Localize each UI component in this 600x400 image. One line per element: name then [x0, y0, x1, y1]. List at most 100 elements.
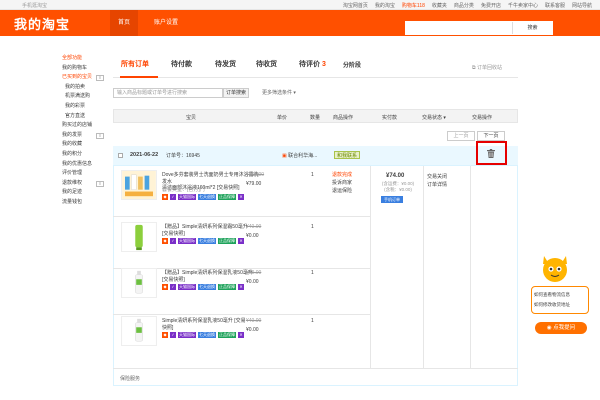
- sidebar-item[interactable]: 已买到的宝贝 ≡: [62, 73, 110, 83]
- help-q-address[interactable]: 如何修改收货地址: [534, 302, 570, 308]
- top-bar: 手机逛淘宝 淘宝网首页 我的淘宝 购物车118 收藏夹 商品分类 免费开店 千牛…: [0, 0, 600, 10]
- top-link-my-taobao[interactable]: 我的淘宝: [375, 2, 395, 9]
- sidebar-item-label: 已买到的宝贝: [62, 74, 93, 81]
- shield-icon[interactable]: ✓: [170, 284, 176, 290]
- badge-7day[interactable]: 七天退换: [198, 332, 216, 338]
- help-q-logistics[interactable]: 如何查看物流信息: [534, 292, 570, 298]
- product-image[interactable]: [121, 222, 157, 252]
- sidebar-item[interactable]: 我的拍卖: [62, 83, 110, 93]
- sidebar-item[interactable]: 我的彩票: [62, 102, 110, 112]
- tmall-icon[interactable]: ◆: [162, 284, 168, 290]
- recycle-bin-link[interactable]: ⧉ 订单回收站: [472, 64, 502, 71]
- sidebar-item[interactable]: 购买过的店铺: [62, 121, 110, 131]
- badge-tmall[interactable]: 天猫国际: [178, 238, 196, 244]
- tab-all-orders[interactable]: 所有订单: [121, 59, 149, 69]
- badge-genuine[interactable]: 正品保障: [218, 194, 236, 200]
- sidebar-item[interactable]: 评价管理: [62, 169, 110, 179]
- mascot-icon[interactable]: [540, 250, 570, 286]
- order-tabs: 所有订单 待付款 待发货 待收货 待评价 3 分阶段: [113, 56, 518, 78]
- sidebar-item-label: 退款维权: [62, 179, 83, 186]
- tab-pending-review[interactable]: 待评价 3: [299, 59, 326, 69]
- top-link-open-shop[interactable]: 免费开店: [481, 2, 501, 9]
- product-image[interactable]: [121, 170, 157, 200]
- item-operations: 退款完成 投诉商家 退运保险: [332, 171, 352, 195]
- prev-page-button[interactable]: 上一页: [447, 131, 475, 141]
- ask-question-button[interactable]: ◉ 点我提问: [535, 322, 587, 334]
- product-image[interactable]: [121, 316, 157, 346]
- nav-account-settings[interactable]: 账户设置: [154, 10, 178, 36]
- top-link-contact[interactable]: 联系客服: [545, 2, 565, 9]
- expand-icon[interactable]: ≡: [96, 180, 104, 187]
- expand-icon[interactable]: ≡: [96, 75, 104, 82]
- next-page-button[interactable]: 下一页: [477, 131, 505, 141]
- expand-icon[interactable]: ≡: [96, 132, 104, 139]
- sidebar-item[interactable]: 流量钱包: [62, 198, 110, 208]
- tmall-icon[interactable]: ◆: [162, 332, 168, 338]
- logo[interactable]: 我的淘宝: [14, 14, 70, 33]
- badge-tmall[interactable]: 天猫国际: [178, 284, 196, 290]
- col-trade-ops: 交易操作: [472, 115, 493, 121]
- order-search-input[interactable]: 输入商品标题或订单号进行搜索: [113, 88, 223, 98]
- divider: [423, 166, 424, 368]
- badge-genuine[interactable]: 正品保障: [218, 284, 236, 290]
- product-image[interactable]: [121, 268, 157, 298]
- top-link-sitemap[interactable]: 网站导航: [572, 2, 592, 9]
- tab-stages[interactable]: 分阶段: [343, 60, 361, 69]
- shield-icon[interactable]: ✓: [170, 194, 176, 200]
- close-icon[interactable]: ✕: [238, 284, 244, 290]
- search-button[interactable]: 搜索: [512, 22, 552, 34]
- top-links: 淘宝网首页 我的淘宝 购物车118 收藏夹 商品分类 免费开店 千牛卖家中心 联…: [343, 2, 592, 9]
- item-op-link[interactable]: 退款完成: [332, 171, 352, 179]
- item-op-link[interactable]: 退运保险: [332, 187, 352, 195]
- top-link-home[interactable]: 淘宝网首页: [343, 2, 368, 9]
- tab-pending-shipment[interactable]: 待发货: [215, 59, 236, 69]
- mobile-taobao-link[interactable]: 手机逛淘宝: [22, 2, 47, 9]
- trash-icon[interactable]: [487, 149, 495, 158]
- order-checkbox[interactable]: [118, 153, 123, 158]
- tab-pending-receipt[interactable]: 待收货: [256, 59, 277, 69]
- more-filters-link[interactable]: 更多筛选条件 ▾: [262, 89, 296, 96]
- badge-tmall[interactable]: 天猫国际: [178, 194, 196, 200]
- tmall-icon[interactable]: ◆: [162, 238, 168, 244]
- close-icon[interactable]: ✕: [238, 332, 244, 338]
- order-details-link[interactable]: 订单详情: [427, 181, 447, 189]
- sidebar-item[interactable]: 退款维权 ≡: [62, 179, 110, 189]
- shield-icon[interactable]: ✓: [170, 332, 176, 338]
- badge-7day[interactable]: 七天退换: [198, 194, 216, 200]
- order-number: 订单号：16945: [166, 153, 200, 159]
- close-icon[interactable]: ✕: [238, 238, 244, 244]
- sidebar-item[interactable]: 我的收藏: [62, 140, 110, 150]
- order-search-button[interactable]: 订单搜索: [223, 88, 249, 98]
- item-op-link[interactable]: 投诉商家: [332, 179, 352, 187]
- sidebar-item-label: 流量钱包: [62, 198, 83, 205]
- badge-tmall[interactable]: 天猫国际: [178, 332, 196, 338]
- header: 我的淘宝 首页 账户设置 搜索: [0, 10, 600, 36]
- tab-pending-payment[interactable]: 待付款: [171, 59, 192, 69]
- badge-7day[interactable]: 七天退换: [198, 238, 216, 244]
- sidebar-item[interactable]: 机票满送购: [62, 92, 110, 102]
- top-link-seller-center[interactable]: 千牛卖家中心: [508, 2, 538, 9]
- divider: [113, 368, 518, 369]
- insurance-service: 保险服务: [120, 376, 141, 382]
- top-link-categories[interactable]: 商品分类: [454, 2, 474, 9]
- close-icon[interactable]: ✕: [238, 194, 244, 200]
- col-status[interactable]: 交易状态 ▾: [422, 114, 446, 121]
- sidebar-item[interactable]: 我的积分: [62, 150, 110, 160]
- badge-genuine[interactable]: 正品保障: [218, 238, 236, 244]
- sidebar-item[interactable]: 我的发票 ≡: [62, 131, 110, 141]
- top-link-favorites[interactable]: 收藏夹: [432, 2, 447, 9]
- top-link-cart[interactable]: 购物车118: [402, 2, 425, 9]
- sidebar-item-label: 官方直送: [65, 112, 86, 119]
- sidebar-item[interactable]: 我的购物车: [62, 64, 110, 74]
- nav-home[interactable]: 首页: [110, 10, 138, 36]
- tmall-icon[interactable]: ◆: [162, 194, 168, 200]
- sidebar-item[interactable]: 官方直送: [62, 112, 110, 122]
- contact-seller-button[interactable]: 和我联系: [334, 151, 361, 159]
- badge-genuine[interactable]: 正品保障: [218, 332, 236, 338]
- badge-7day[interactable]: 七天退换: [198, 284, 216, 290]
- sidebar-item[interactable]: 我的优惠信息: [62, 160, 110, 170]
- sidebar-item[interactable]: 我的足迹: [62, 188, 110, 198]
- shop-link[interactable]: ▣ 联合利华海...: [282, 152, 317, 159]
- shield-icon[interactable]: ✓: [170, 238, 176, 244]
- sidebar-item[interactable]: 全部功能: [62, 54, 110, 64]
